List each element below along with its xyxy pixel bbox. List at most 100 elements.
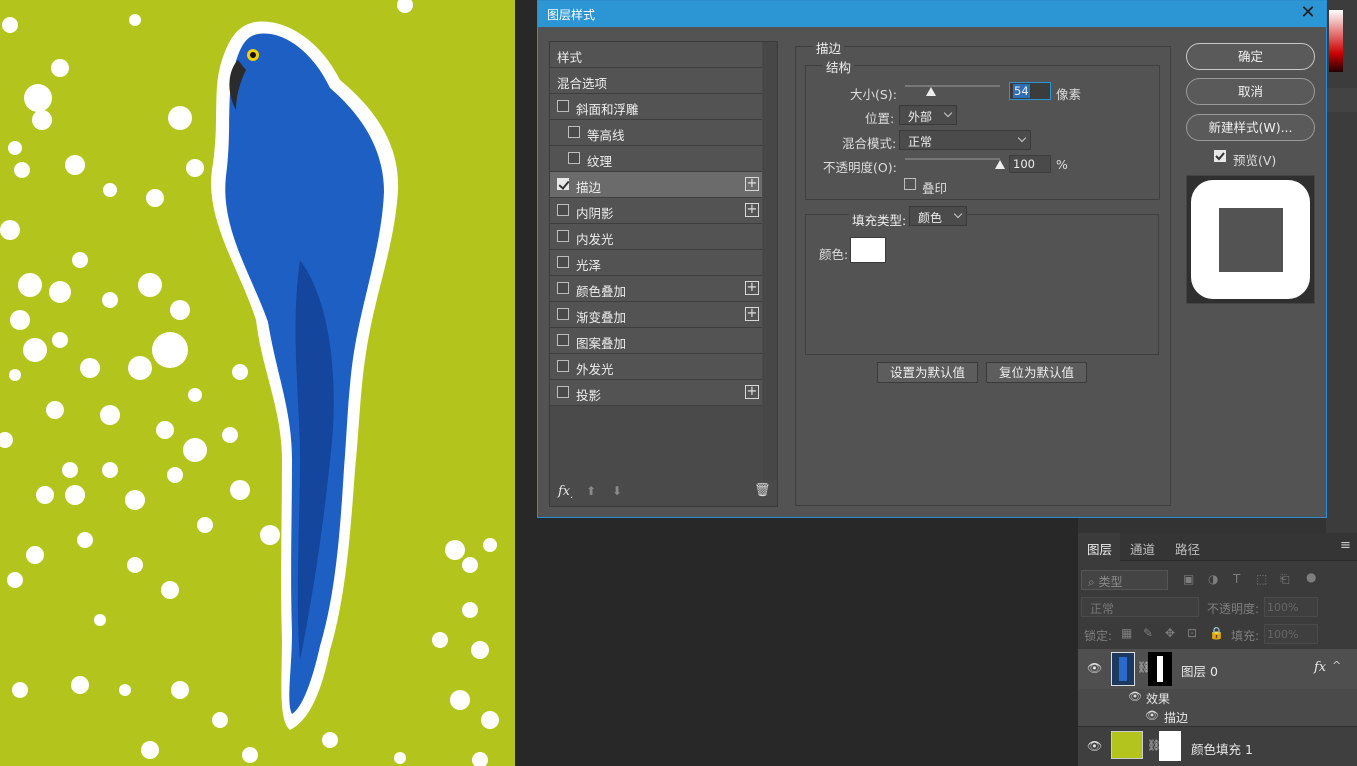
lock-transparent-icon[interactable]: ▦	[1121, 626, 1132, 640]
style-item[interactable]: 投影 +	[550, 380, 762, 406]
style-item-checkbox[interactable]	[557, 386, 569, 398]
preview-label: 预览(V)	[1233, 153, 1277, 168]
effects-row[interactable]: 👁 效果	[1078, 689, 1357, 707]
tab-paths[interactable]: 路径	[1175, 539, 1200, 558]
layer-row-1[interactable]: 👁 ⛓ 颜色填充 1	[1078, 726, 1357, 766]
document-canvas[interactable]	[0, 0, 515, 766]
trash-icon[interactable]: 🗑	[754, 483, 771, 498]
position-select[interactable]: 外部	[899, 105, 957, 125]
style-item-label: 内发光	[576, 232, 614, 247]
tab-layers[interactable]: 图层	[1087, 539, 1112, 558]
panel-menu-icon[interactable]: ≡	[1340, 538, 1351, 553]
style-item[interactable]: 内阴影 +	[550, 198, 762, 224]
style-item[interactable]: 图案叠加	[550, 328, 762, 354]
opacity-slider-track[interactable]	[905, 158, 1000, 160]
style-item-label: 颜色叠加	[576, 284, 627, 299]
smart-object-filter-icon[interactable]: ⎗	[1280, 572, 1290, 587]
size-slider-thumb[interactable]	[925, 87, 936, 96]
style-item[interactable]: 外发光	[550, 354, 762, 380]
blend-mode-value: 正常	[908, 135, 933, 149]
style-item[interactable]: 斜面和浮雕	[550, 94, 762, 120]
layer-opacity-input[interactable]: 100%	[1264, 597, 1318, 617]
stroke-effect-row[interactable]: 👁 描边	[1078, 707, 1357, 726]
filter-toggle-icon[interactable]: ●	[1306, 570, 1316, 584]
layer-style-dialog: 图层样式 ✕ 样式 混合选项 斜面和浮雕 等高线 纹理 描边 + 内阴影 + 内发光 光泽 颜色叠…	[537, 0, 1327, 518]
add-style-icon[interactable]: +	[745, 281, 759, 295]
style-list-scrollbar[interactable]	[763, 42, 777, 480]
add-style-icon[interactable]: +	[745, 203, 759, 217]
fill-type-select[interactable]: 颜色	[909, 206, 967, 226]
image-filter-icon[interactable]: ▣	[1183, 572, 1194, 586]
overprint-checkbox[interactable]	[904, 178, 916, 190]
effects-eye-icon[interactable]: 👁	[1128, 690, 1142, 703]
style-item-checkbox[interactable]	[557, 204, 569, 216]
tab-channels[interactable]: 通道	[1130, 539, 1155, 558]
add-style-icon[interactable]: +	[745, 385, 759, 399]
style-item[interactable]: 纹理	[550, 146, 762, 172]
opacity-input[interactable]: 100	[1009, 155, 1051, 173]
new-style-button[interactable]: 新建样式(W)...	[1186, 114, 1315, 141]
ok-button[interactable]: 确定	[1186, 43, 1315, 70]
layer-name[interactable]: 图层 0	[1181, 661, 1218, 680]
stroke-color-swatch[interactable]	[850, 237, 886, 263]
dialog-titlebar[interactable]: 图层样式 ✕	[538, 1, 1326, 27]
style-item[interactable]: 颜色叠加 +	[550, 276, 762, 302]
move-up-icon[interactable]: ⬆	[586, 484, 596, 498]
layer-blend-select[interactable]: 正常	[1081, 597, 1199, 617]
fx-badge-icon[interactable]: fx	[1314, 660, 1326, 675]
lock-all-icon[interactable]: 🔒	[1209, 626, 1224, 640]
stroke-effect-eye-icon[interactable]: 👁	[1145, 709, 1159, 722]
style-item-checkbox[interactable]	[557, 178, 569, 190]
style-item-checkbox[interactable]	[557, 334, 569, 346]
close-icon[interactable]: ✕	[1298, 3, 1318, 23]
color-picker-strip[interactable]	[1329, 10, 1343, 72]
preview-checkbox[interactable]	[1214, 150, 1226, 162]
position-value: 外部	[908, 110, 933, 124]
size-input[interactable]: 54	[1009, 82, 1051, 100]
position-label: 位置:	[865, 111, 895, 126]
lock-brush-icon[interactable]: ✎	[1143, 626, 1153, 640]
cancel-button[interactable]: 取消	[1186, 78, 1315, 105]
lock-artboard-icon[interactable]: ⊡	[1187, 626, 1197, 640]
style-item-checkbox[interactable]	[557, 230, 569, 242]
style-item-checkbox[interactable]	[557, 100, 569, 112]
style-item[interactable]: 光泽	[550, 250, 762, 276]
move-down-icon[interactable]: ⬇	[612, 484, 622, 498]
fill-input[interactable]: 100%	[1264, 624, 1318, 644]
style-item-checkbox[interactable]	[557, 308, 569, 320]
add-style-icon[interactable]: +	[745, 307, 759, 321]
styles-header[interactable]: 样式	[550, 42, 762, 68]
blend-options-item[interactable]: 混合选项	[550, 68, 762, 94]
parrot-image	[0, 0, 499, 766]
style-item[interactable]: 等高线	[550, 120, 762, 146]
visibility-eye-icon[interactable]: 👁	[1087, 739, 1102, 753]
blend-mode-select[interactable]: 正常	[899, 130, 1031, 150]
layer-name[interactable]: 颜色填充 1	[1191, 739, 1253, 758]
style-item-checkbox[interactable]	[557, 256, 569, 268]
visibility-eye-icon[interactable]: 👁	[1087, 661, 1102, 675]
filter-type-select[interactable]: ⌕ 类型	[1081, 570, 1168, 590]
style-item-label: 描边	[576, 180, 602, 195]
collapse-icon[interactable]: ^	[1332, 659, 1341, 672]
opacity-slider-thumb[interactable]	[995, 160, 1005, 169]
style-item-label: 图案叠加	[576, 336, 627, 351]
lock-move-icon[interactable]: ✥	[1165, 626, 1175, 640]
type-filter-icon[interactable]: T	[1233, 572, 1240, 586]
style-item-checkbox[interactable]	[557, 360, 569, 372]
add-style-icon[interactable]: +	[745, 177, 759, 191]
style-item-checkbox[interactable]	[557, 282, 569, 294]
adjustment-filter-icon[interactable]: ◑	[1208, 572, 1218, 586]
style-item[interactable]: 渐变叠加 +	[550, 302, 762, 328]
fx-icon[interactable]: fx	[558, 484, 570, 499]
reset-default-button[interactable]: 复位为默认值	[986, 362, 1087, 383]
layer-row-0[interactable]: 👁 ⛓ 图层 0 fx ^	[1078, 649, 1357, 689]
style-item-checkbox[interactable]	[568, 152, 580, 164]
panel-header	[1326, 88, 1357, 112]
size-slider-track[interactable]	[905, 85, 1000, 87]
style-item-label: 纹理	[587, 154, 613, 169]
shape-filter-icon[interactable]: ⬚	[1256, 572, 1267, 586]
style-item[interactable]: 描边 +	[550, 172, 762, 198]
style-item-checkbox[interactable]	[568, 126, 580, 138]
style-item[interactable]: 内发光	[550, 224, 762, 250]
set-default-button[interactable]: 设置为默认值	[877, 362, 978, 383]
